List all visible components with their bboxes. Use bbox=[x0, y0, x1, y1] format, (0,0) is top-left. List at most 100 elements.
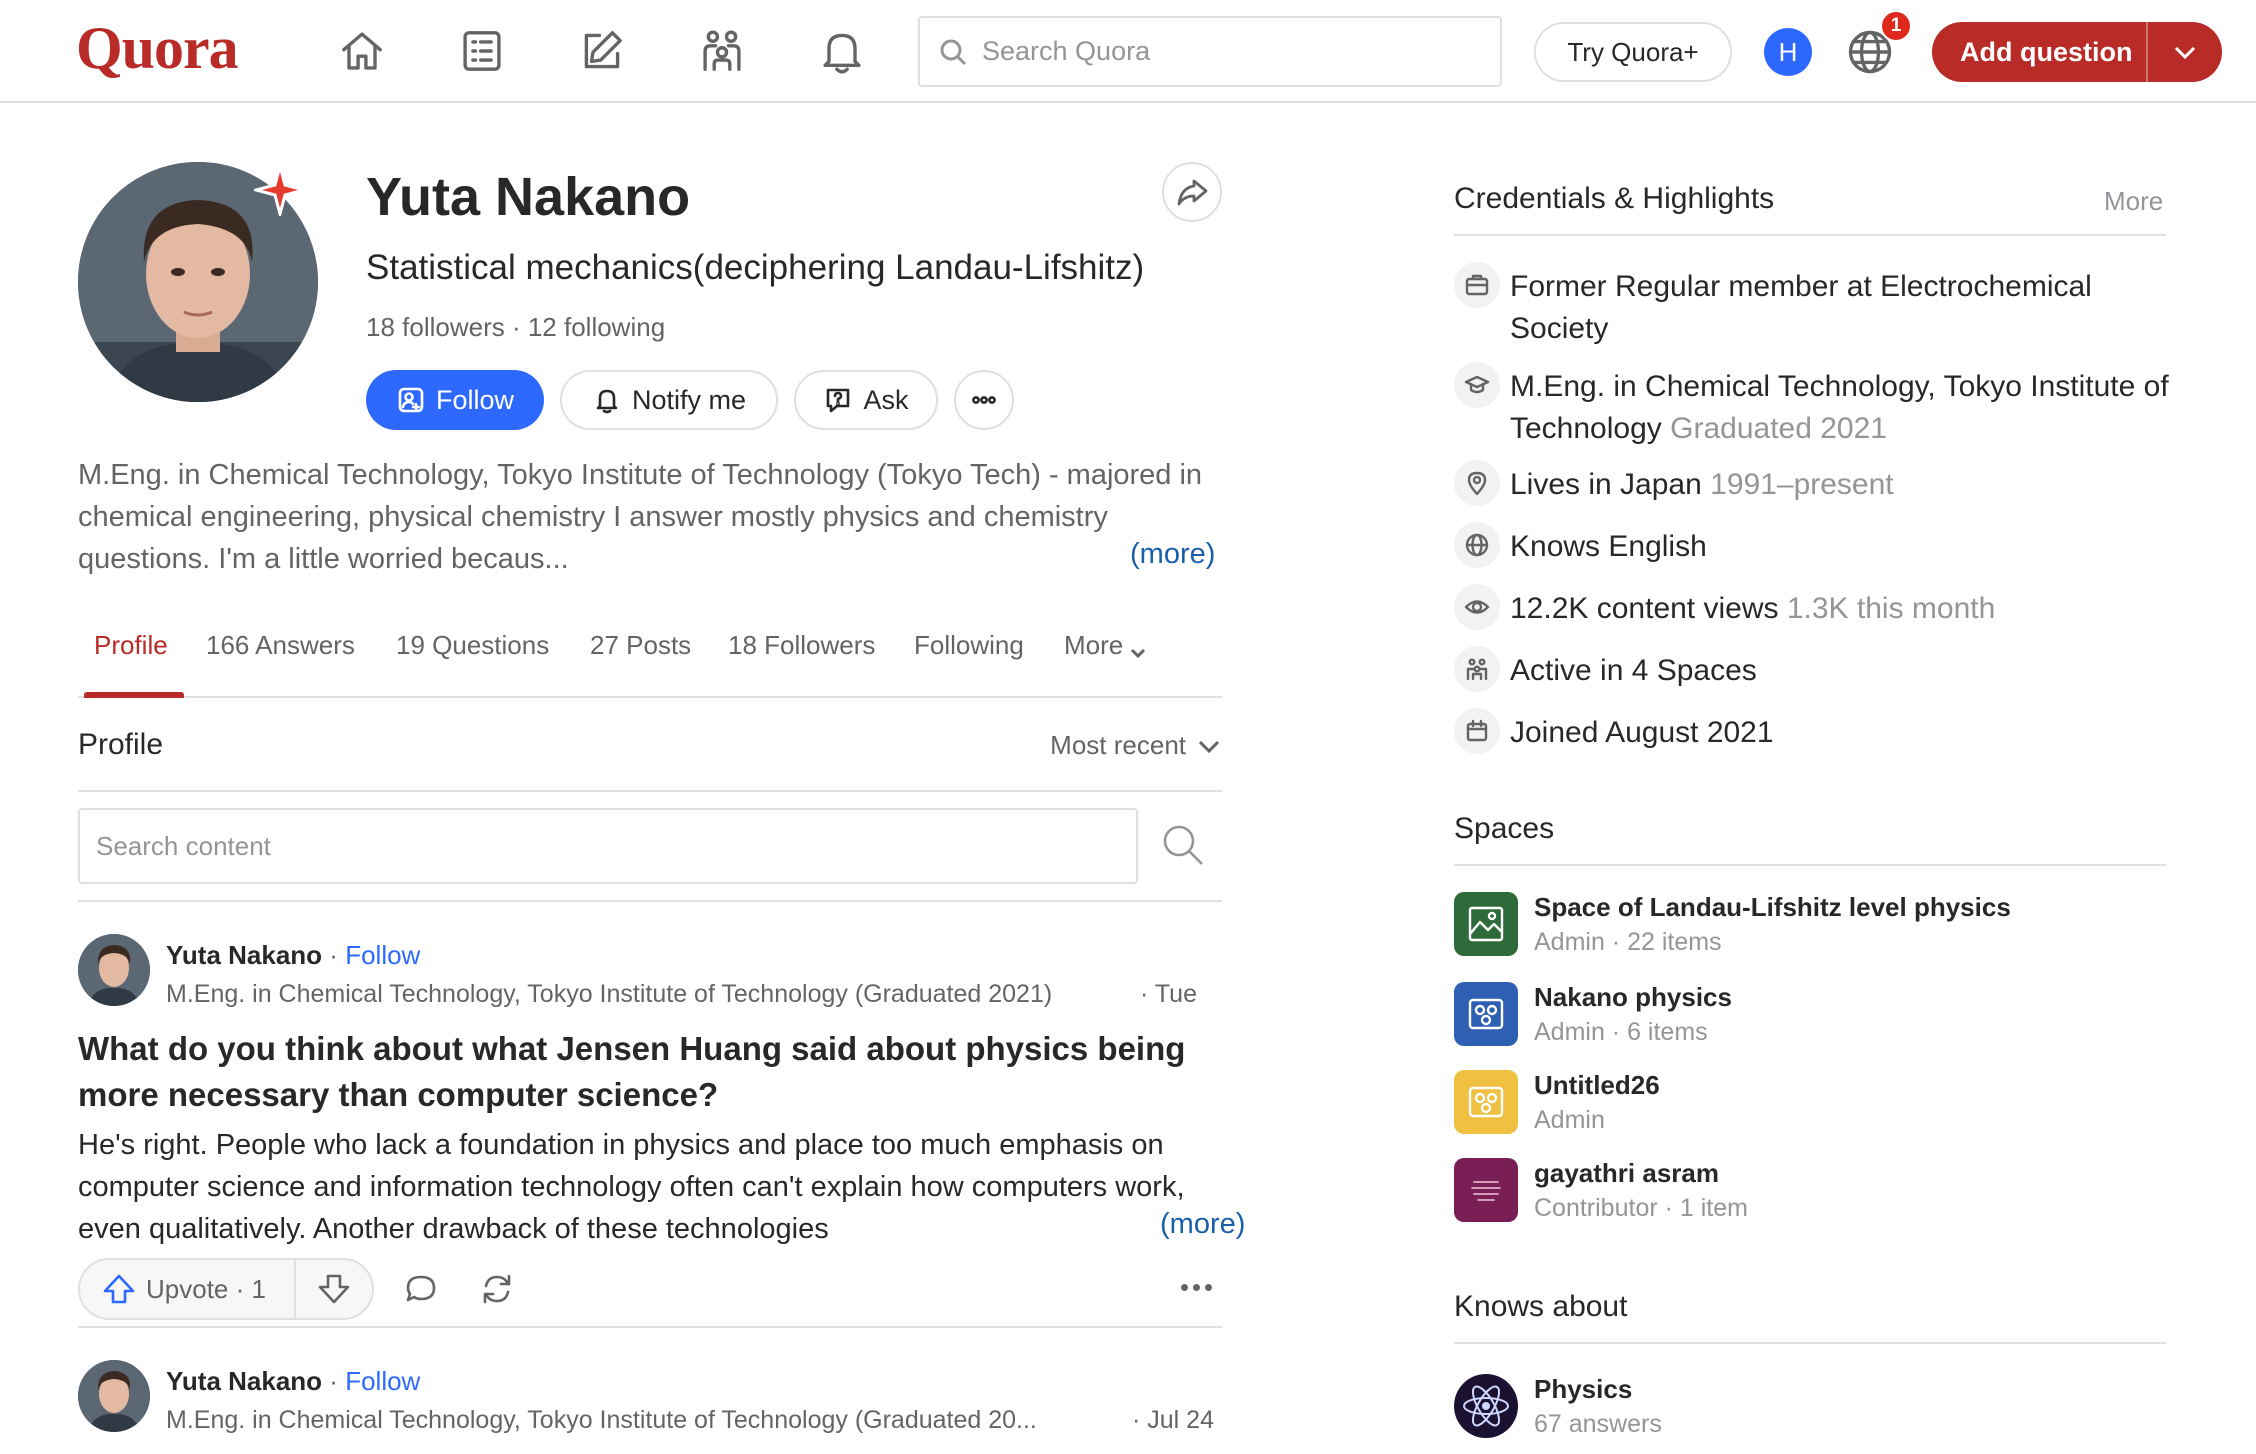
divider bbox=[78, 1326, 1222, 1328]
spaces-title: Spaces bbox=[1454, 812, 1555, 845]
profile-section-header: Profile Most recent bbox=[78, 700, 1222, 792]
credentials-title: Credentials & Highlights bbox=[1454, 182, 1775, 215]
search-icon[interactable] bbox=[1160, 822, 1208, 870]
post-follow-link[interactable]: Follow bbox=[345, 1366, 420, 1396]
search-input[interactable] bbox=[982, 36, 1462, 67]
chevron-down-icon[interactable] bbox=[2148, 38, 2222, 66]
share-reshare-icon[interactable] bbox=[478, 1270, 516, 1308]
post-author-line: Yuta Nakano · Follow bbox=[166, 940, 420, 971]
post-action-bar: Upvote · 1 bbox=[78, 1258, 1222, 1320]
tab-posts[interactable]: 27 Posts bbox=[590, 630, 691, 661]
space-meta: Admin · 6 items bbox=[1534, 1018, 1708, 1046]
notifications-bell-icon[interactable] bbox=[814, 22, 870, 80]
upvote-button[interactable]: Upvote · 1 bbox=[80, 1260, 296, 1318]
post-answer-body[interactable]: He's right. People who lack a foundation… bbox=[78, 1124, 1222, 1250]
tab-answers[interactable]: 166 Answers bbox=[206, 630, 355, 661]
credentials-more-link[interactable]: More bbox=[2104, 186, 2163, 217]
answer-pencil-icon[interactable] bbox=[574, 22, 630, 80]
content-search-box[interactable] bbox=[78, 808, 1138, 884]
share-button[interactable] bbox=[1162, 162, 1222, 222]
spaces-icon[interactable] bbox=[694, 22, 750, 80]
space-name[interactable]: Untitled26 bbox=[1534, 1070, 1660, 1101]
post-date[interactable]: · Tue bbox=[1140, 980, 1197, 1009]
top-nav-bar: Quora Try Quora+ H 1 Add question bbox=[0, 0, 2256, 103]
space-name[interactable]: Nakano physics bbox=[1534, 982, 1732, 1013]
try-quora-plus-button[interactable]: Try Quora+ bbox=[1534, 22, 1732, 82]
tab-questions[interactable]: 19 Questions bbox=[396, 630, 549, 661]
credential-muted: 1991–present bbox=[1710, 468, 1894, 501]
question-bubble-icon bbox=[827, 388, 850, 413]
space-nakano-physics-icon bbox=[1454, 982, 1518, 1046]
following-feed-icon[interactable] bbox=[454, 22, 510, 80]
downvote-button[interactable] bbox=[296, 1272, 372, 1306]
graduation-cap-icon bbox=[1454, 362, 1500, 408]
active-tab-indicator bbox=[84, 692, 184, 698]
follow-counts[interactable]: 18 followers · 12 following bbox=[366, 312, 665, 343]
tab-profile[interactable]: Profile bbox=[94, 630, 168, 661]
search-icon bbox=[940, 39, 967, 65]
space-item[interactable]: Space of Landau-Lifshitz level physics A… bbox=[1454, 892, 2166, 962]
quora-logo[interactable]: Quora bbox=[76, 14, 239, 83]
upvote-arrow-icon bbox=[103, 1274, 135, 1304]
content-search-input[interactable] bbox=[96, 830, 1096, 862]
tab-more[interactable]: More bbox=[1064, 630, 1147, 661]
credential-main: Lives in Japan bbox=[1510, 468, 1702, 501]
briefcase-icon bbox=[1454, 262, 1500, 308]
share-arrow-icon bbox=[1177, 179, 1208, 206]
add-question-button[interactable]: Add question bbox=[1932, 22, 2222, 82]
downvote-arrow-icon bbox=[318, 1274, 350, 1304]
post-author-name[interactable]: Yuta Nakano bbox=[166, 1366, 322, 1396]
profile-tagline: Statistical mechanics(deciphering Landau… bbox=[366, 248, 1145, 287]
post-author-avatar[interactable] bbox=[78, 1360, 150, 1432]
vote-control: Upvote · 1 bbox=[78, 1258, 374, 1320]
calendar-icon bbox=[1454, 708, 1500, 754]
credential-text: Knows English bbox=[1510, 530, 1707, 563]
divider bbox=[1454, 864, 2166, 866]
space-item[interactable]: Untitled26 Admin bbox=[1454, 1070, 2166, 1140]
follow-button[interactable]: Follow bbox=[366, 370, 544, 430]
space-name[interactable]: Space of Landau-Lifshitz level physics bbox=[1534, 892, 2011, 923]
follow-button-label: Follow bbox=[435, 384, 515, 415]
space-item[interactable]: gayathri asram Contributor · 1 item bbox=[1454, 1158, 2166, 1228]
add-question-label: Add question bbox=[1960, 36, 2133, 67]
bio-more-link[interactable]: (more) bbox=[1130, 538, 1215, 571]
separator-dot: · bbox=[329, 940, 338, 970]
post-follow-link[interactable]: Follow bbox=[345, 940, 420, 970]
sort-dropdown[interactable]: Most recent bbox=[1050, 730, 1222, 761]
comment-icon[interactable] bbox=[402, 1270, 440, 1308]
author-photo-image bbox=[78, 1360, 150, 1432]
space-item[interactable]: Nakano physics Admin · 6 items bbox=[1454, 982, 2166, 1052]
post-author-avatar[interactable] bbox=[78, 934, 150, 1006]
eye-icon bbox=[1454, 584, 1500, 630]
user-avatar[interactable]: H bbox=[1764, 28, 1812, 76]
post-date[interactable]: · Jul 24 bbox=[1132, 1406, 1214, 1435]
post-author-line: Yuta Nakano · Follow bbox=[166, 1366, 420, 1397]
separator-dot: · bbox=[329, 1366, 338, 1396]
credential-text: Active in 4 Spaces bbox=[1510, 654, 1757, 687]
post-author-credential: M.Eng. in Chemical Technology, Tokyo Ins… bbox=[166, 980, 1053, 1008]
ask-label: Ask bbox=[863, 384, 909, 415]
search-box[interactable] bbox=[918, 16, 1502, 87]
notify-me-button[interactable]: Notify me bbox=[560, 370, 778, 430]
post-question-title[interactable]: What do you think about what Jensen Huan… bbox=[78, 1026, 1222, 1118]
credential-main: 12.2K content views bbox=[1510, 592, 1779, 625]
home-icon[interactable] bbox=[334, 22, 390, 80]
physics-atom-icon[interactable] bbox=[1454, 1374, 1518, 1438]
post-more-link[interactable]: (more) bbox=[1130, 1208, 1246, 1241]
follow-user-icon bbox=[398, 387, 424, 413]
divider bbox=[1454, 1342, 2166, 1344]
tab-followers[interactable]: 18 Followers bbox=[728, 630, 875, 661]
tab-following[interactable]: Following bbox=[914, 630, 1024, 661]
upvote-label: Upvote · 1 bbox=[146, 1273, 266, 1304]
space-name[interactable]: gayathri asram bbox=[1534, 1158, 1719, 1189]
credential-muted: 1.3K this month bbox=[1786, 592, 1996, 625]
credential-text: Joined August 2021 bbox=[1510, 716, 1774, 749]
divider bbox=[78, 900, 1222, 902]
ask-button[interactable]: Ask bbox=[794, 370, 938, 430]
more-options-button[interactable] bbox=[954, 370, 1014, 430]
topic-name[interactable]: Physics bbox=[1534, 1374, 1632, 1405]
post-author-name[interactable]: Yuta Nakano bbox=[166, 940, 322, 970]
bell-icon bbox=[596, 389, 618, 414]
post-more-dots-icon[interactable] bbox=[1181, 1284, 1212, 1291]
location-pin-icon bbox=[1454, 460, 1500, 506]
